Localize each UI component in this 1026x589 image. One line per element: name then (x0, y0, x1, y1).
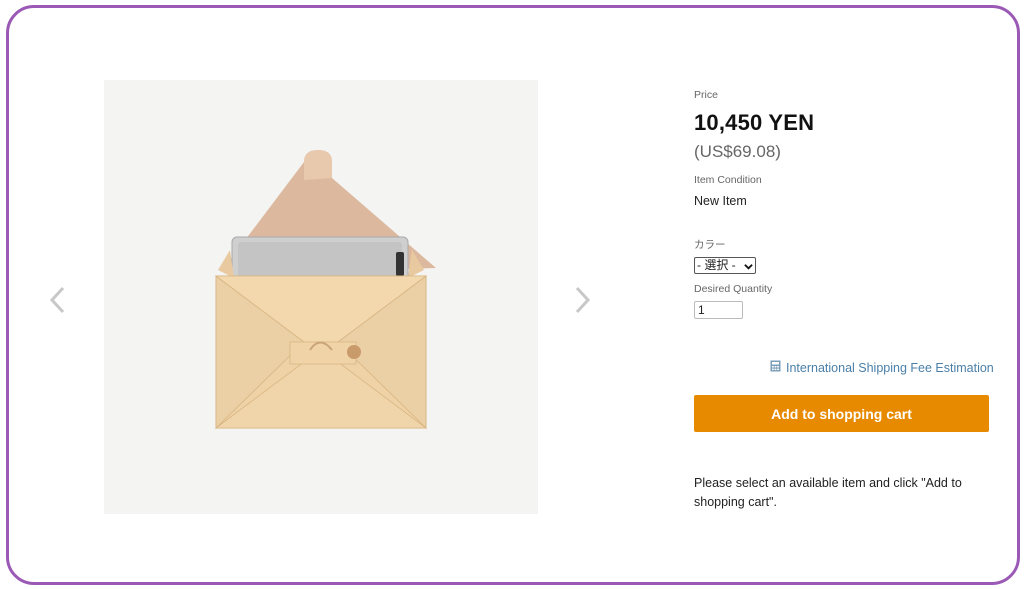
shipping-fee-link[interactable]: International Shipping Fee Estimation (770, 360, 994, 375)
product-details: Price 10,450 YEN (US$69.08) Item Conditi… (694, 89, 990, 319)
condition-value: New Item (694, 194, 747, 208)
calculator-icon (770, 360, 781, 375)
quantity-input[interactable]: 1 (694, 301, 743, 319)
color-select-value: - 選択 - (697, 258, 736, 272)
product-image (104, 80, 538, 514)
color-label: カラー (694, 239, 726, 251)
chevron-right-icon[interactable] (572, 285, 592, 315)
shipping-fee-label: International Shipping Fee Estimation (786, 360, 994, 375)
chevron-left-icon[interactable] (48, 285, 68, 315)
price-yen: 10,450 YEN (694, 110, 815, 135)
add-to-cart-button[interactable]: Add to shopping cart (694, 395, 989, 432)
cart-instruction-note: Please select an available item and clic… (694, 476, 962, 509)
chevron-down-icon (744, 260, 753, 275)
condition-label: Item Condition (694, 174, 762, 186)
color-select[interactable]: - 選択 - (694, 257, 756, 274)
price-usd: (US$69.08) (694, 142, 781, 161)
quantity-label: Desired Quantity (694, 283, 773, 295)
price-label: Price (694, 89, 718, 101)
